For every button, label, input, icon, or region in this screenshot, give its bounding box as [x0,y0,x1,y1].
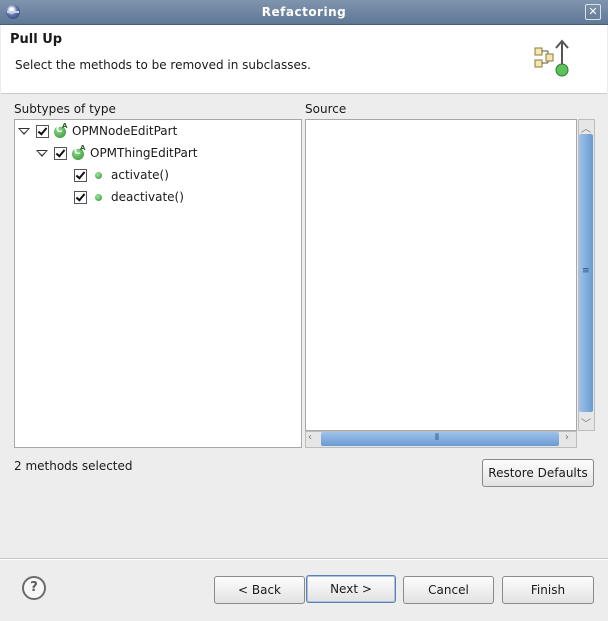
help-icon[interactable]: ? [22,576,46,600]
scroll-up-icon[interactable]: ︿ [581,120,591,135]
tree-node-label: deactivate() [111,190,184,204]
close-icon[interactable]: ✕ [585,4,601,20]
next-button[interactable]: Next > [306,575,396,603]
checkbox-opmthingeditpart[interactable] [54,146,67,160]
expand-triangle-icon[interactable] [18,125,30,137]
method-icon [95,193,102,201]
window-title: Refactoring [261,5,347,19]
expand-triangle-icon[interactable] [36,147,48,159]
subtypes-tree[interactable]: A OPMNodeEditPart A OPMThingEditPart act… [14,119,302,448]
tree-node-label: OPMThingEditPart [90,146,198,160]
page-title: Pull Up [10,32,63,47]
tree-node-opmthingeditpart[interactable]: A OPMThingEditPart [36,143,197,163]
source-label: Source [305,102,347,116]
tree-node-label: activate() [111,168,169,182]
scroll-right-icon[interactable]: › [565,432,569,443]
grip-icon: ⦀ [435,433,439,443]
checkbox-activate[interactable] [74,168,87,182]
scroll-down-icon[interactable]: ﹀ [581,415,591,430]
checkbox-opmnodeeditpart[interactable] [36,124,49,138]
tree-node-deactivate[interactable]: deactivate() [74,187,184,207]
finish-button[interactable]: Finish [502,576,594,604]
class-icon: A [72,144,85,160]
scroll-left-icon[interactable]: ‹ [308,432,312,443]
cancel-button[interactable]: Cancel [403,576,494,604]
restore-defaults-button[interactable]: Restore Defaults [482,459,594,487]
back-button[interactable]: < Back [214,576,305,604]
separator [0,558,608,560]
checkbox-deactivate[interactable] [74,190,87,204]
method-icon [95,171,102,179]
page-description: Select the methods to be removed in subc… [15,58,311,72]
selection-count: 2 methods selected [14,459,133,473]
source-viewer[interactable] [305,119,577,431]
grip-icon: ≡ [582,266,590,276]
tree-node-label: OPMNodeEditPart [72,124,178,138]
pull-up-wizard-icon [534,39,569,77]
horizontal-scrollbar-thumb[interactable] [321,432,559,446]
tree-node-activate[interactable]: activate() [74,165,169,185]
class-icon: A [54,122,67,138]
subtypes-label: Subtypes of type [14,102,116,116]
tree-node-opmnodeeditpart[interactable]: A OPMNodeEditPart [18,121,177,141]
